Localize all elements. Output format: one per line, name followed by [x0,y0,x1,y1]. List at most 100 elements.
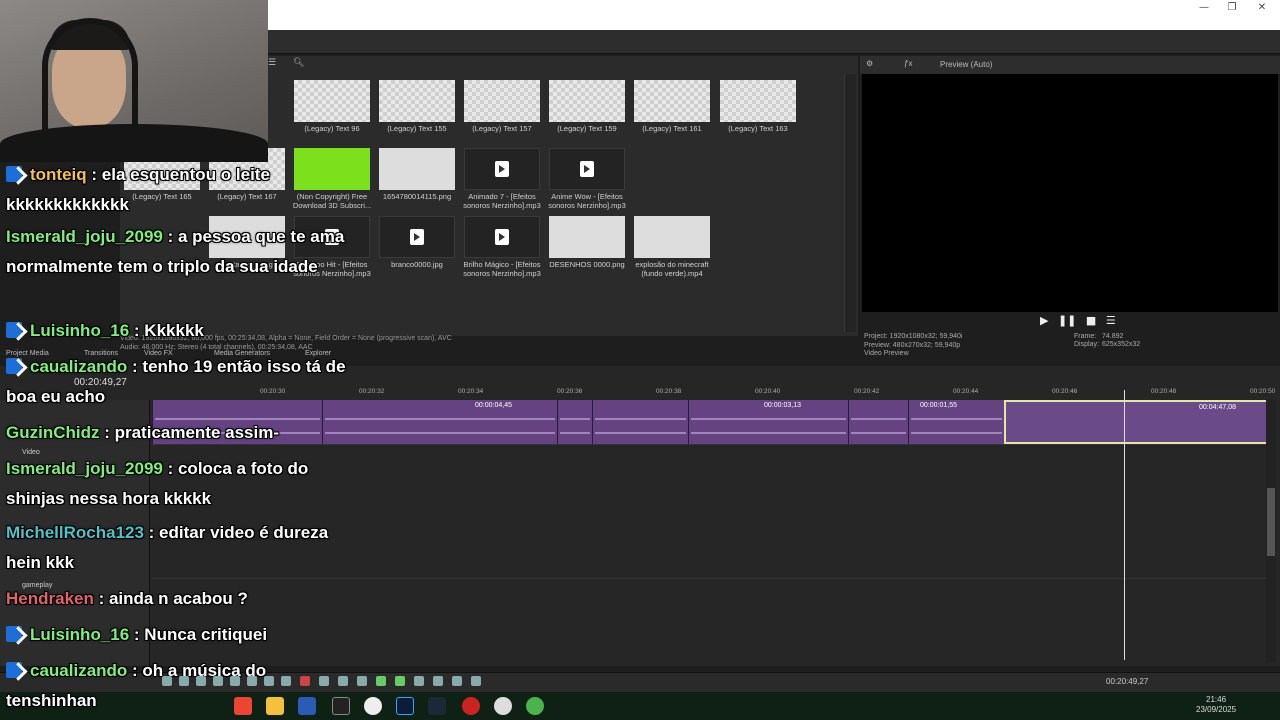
thumbnail-image [294,80,370,122]
webcam-overlay [0,0,268,162]
waveform [560,418,590,420]
steam-icon[interactable] [428,697,446,715]
media-file-icon [495,229,509,245]
media-scrollbar[interactable] [844,74,856,332]
prime-badge-icon [6,358,22,374]
thumbnail-caption: (Legacy) Text 157 [472,124,532,133]
playhead[interactable] [1124,390,1125,660]
zoom-icon[interactable] [281,676,291,686]
ruler-tick-label: 00:20:36 [557,388,583,395]
gear-icon[interactable]: ⚙ [866,59,873,68]
preview-resolution: Preview: 480x270x32; 59,940p [864,341,961,349]
audio-clip[interactable] [592,400,688,444]
preview-mode-select[interactable]: Preview (Auto) [940,60,992,69]
clock-time: 21:46 [1206,695,1227,704]
chat-message: caualizando : oh a música do tenshinhan [6,656,356,716]
media-thumbnail[interactable]: (Legacy) Text 163 [720,80,806,148]
ruler-tick-label: 00:20:50 [1250,388,1276,395]
prime-badge-icon [6,322,22,338]
waveform [851,432,906,434]
play-icon[interactable] [179,676,189,686]
delete-icon[interactable] [300,676,310,686]
fx-icon[interactable]: ƒx [904,59,912,68]
ruler-tick-label: 00:20:48 [1151,388,1177,395]
media-thumbnail[interactable]: Brilho Mágico - [Efeitos sonoros Nerzinh… [463,216,550,284]
media-thumbnail[interactable]: 1654780014115.png [379,148,465,216]
preview-tab[interactable]: Video Preview [864,350,1280,359]
audio-clip[interactable] [557,400,592,444]
clip-length-label: 00:00:03,13 [764,402,801,409]
pause-icon[interactable]: ❚❚ [1058,314,1076,327]
ruler-tick-label: 00:20:46 [1052,388,1078,395]
thumbnail-image [464,216,540,258]
chat-message: GuzinChidz : praticamente assim- [6,418,356,448]
stop-icon[interactable] [213,676,223,686]
thumbnail-caption: DESENHOS 0000.png [549,260,625,269]
media-thumbnail[interactable]: (Legacy) Text 157 [464,80,550,148]
prev-icon[interactable] [230,676,240,686]
ruler-tick-label: 00:20:34 [458,388,484,395]
chat-username: MichellRocha123 [6,523,149,542]
media-thumbnail[interactable]: Animado 7 - [Efeitos sonoros Nerzinho].m… [463,148,550,216]
ruler-tick-label: 00:20:40 [755,388,781,395]
menu-icon[interactable]: ☰ [1106,314,1116,327]
next-icon[interactable] [247,676,257,686]
thumbnail-image [464,80,540,122]
stop-icon[interactable]: ■ [1086,314,1096,327]
region-icon[interactable] [395,676,405,686]
app-icon[interactable] [364,697,382,715]
chrome-icon[interactable] [494,697,512,715]
audio-clip[interactable] [848,400,908,444]
thumbnail-caption: (Legacy) Text 96 [304,124,360,133]
loop-icon[interactable] [162,676,172,686]
thumbnail-caption: explosão do minecraft (fundo verde).mp4 [635,260,709,278]
grid-icon[interactable] [452,676,462,686]
split-icon[interactable] [338,676,348,686]
thumbnail-caption: branco0000.jpg [391,260,443,269]
automation-icon[interactable] [471,676,481,686]
waveform [560,432,590,434]
chat-username: Luisinho_16 [30,625,134,644]
zoom-icon[interactable]: 🔍︎ [293,58,304,68]
trim-icon[interactable] [319,676,329,686]
media-file-icon [410,229,424,245]
pause-icon[interactable] [196,676,206,686]
lock-icon[interactable] [357,676,367,686]
streamer-shirt [0,124,268,162]
media-thumbnail[interactable]: explosão do minecraft (fundo verde).mp4 [634,216,720,284]
app-icon[interactable] [526,697,544,715]
media-toolbar: ☰ 🔍︎ [268,58,304,74]
prime-badge-icon [6,662,22,678]
close-button[interactable]: ✕ [1246,0,1278,16]
selected-clip[interactable]: 00:04:47,08 [1004,400,1268,444]
system-clock[interactable]: 21:46 23/09/2025 [1196,695,1236,715]
media-file-icon [495,161,509,177]
preview-info: Project: 1920x1080x32; 59,940i Preview: … [864,333,1280,359]
list-view-icon[interactable]: ☰ [268,58,276,68]
thumbnail-caption: (Legacy) Text 161 [642,124,702,133]
media-thumbnail[interactable]: DESENHOS 0000.png [549,216,635,284]
chat-message: Ismerald_joju_2099 : a pessoa que te ama… [6,222,356,282]
thumbnail-image [549,148,625,190]
media-thumbnail[interactable]: Anime Wow - [Efeitos sonoros Nerzinho].m… [548,148,635,216]
marker-icon[interactable] [376,676,386,686]
photoshop-icon[interactable] [396,697,414,715]
chat-message: MichellRocha123 : editar video é dureza … [6,518,356,578]
media-thumbnail[interactable]: (Legacy) Text 96 [294,80,380,148]
opera-icon[interactable] [462,697,480,715]
play-icon[interactable]: ▶ [1040,314,1048,327]
media-thumbnail[interactable]: branco0000.jpg [379,216,465,284]
maximize-button[interactable]: ❐ [1216,0,1248,16]
ripple-icon[interactable] [433,676,443,686]
snap-icon[interactable] [414,676,424,686]
media-thumbnail[interactable]: (Legacy) Text 161 [634,80,720,148]
media-thumbnail[interactable]: (Legacy) Text 155 [379,80,465,148]
edit-tool-icon[interactable] [264,676,274,686]
chat-username: Ismerald_joju_2099 [6,227,168,246]
thumbnail-caption: Anime Wow - [Efeitos sonoros Nerzinho].m… [548,192,626,210]
timeline-scroll-thumb[interactable] [1267,488,1275,556]
media-thumbnail[interactable]: (Legacy) Text 159 [549,80,635,148]
preview-controls: ▶ ❚❚ ■ ☰ [1040,314,1116,327]
thumbnail-image [549,216,625,258]
preview-toolbar: ⚙ ƒx Preview (Auto) [860,56,1280,74]
